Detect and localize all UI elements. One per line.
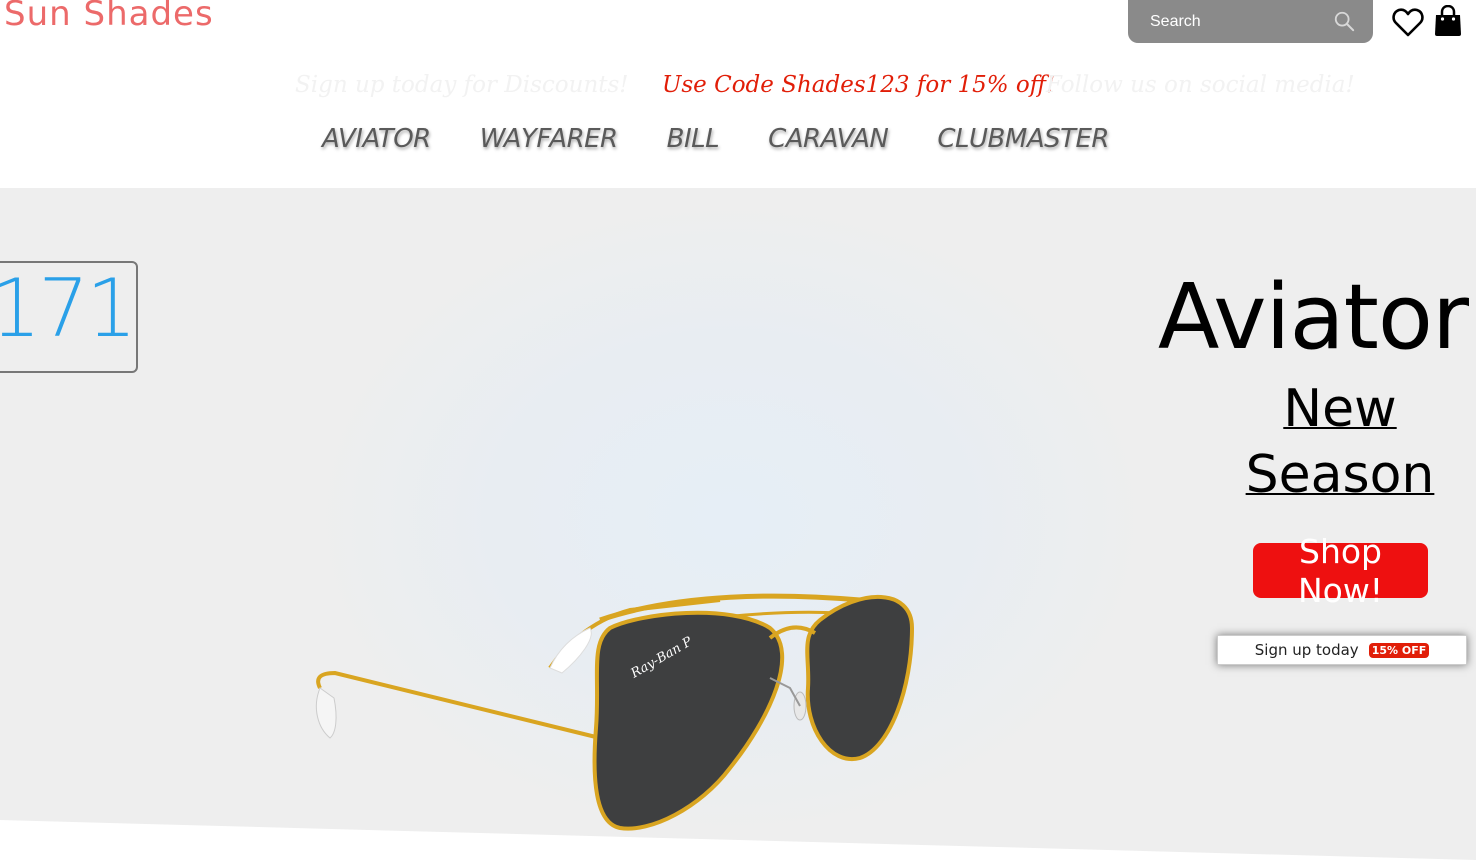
promo-message-signup: Sign up today for Discounts!: [295, 72, 629, 98]
promo-message-code: Use Code Shades123 for 15% off!: [662, 72, 1056, 98]
nav-item-aviator[interactable]: AVIATOR: [322, 124, 431, 154]
hero-subtitle-line2[interactable]: Season: [1246, 445, 1435, 505]
nav-item-bill[interactable]: BILL: [667, 124, 720, 154]
shop-now-button[interactable]: Shop Now!: [1253, 532, 1428, 610]
category-nav: AVIATOR WAYFARER BILL CARAVAN CLUBMASTER: [322, 124, 1158, 154]
nav-item-wayfarer[interactable]: WAYFARER: [480, 124, 618, 154]
promo-message-social: Follow us on social media!: [1046, 72, 1355, 98]
search-bar[interactable]: [1128, 0, 1373, 43]
nav-item-caravan[interactable]: CARAVAN: [768, 124, 889, 154]
hero-title: Aviator: [1157, 265, 1469, 370]
price-box: $171: [0, 261, 138, 373]
aviator-sunglasses-image: Ray-Ban P: [315, 593, 915, 831]
site-logo[interactable]: Sun Shades: [4, 0, 214, 34]
product-price: $171: [0, 262, 136, 355]
hero-subtitle-line1[interactable]: New: [1283, 379, 1396, 439]
heart-icon[interactable]: [1392, 7, 1424, 37]
hero-subtitle[interactable]: New Season: [1240, 376, 1440, 508]
search-icon[interactable]: [1333, 10, 1355, 32]
signup-banner[interactable]: Sign up today 15% OFF: [1217, 635, 1467, 665]
search-input[interactable]: [1148, 11, 1322, 32]
nav-item-clubmaster[interactable]: CLUBMASTER: [937, 124, 1109, 154]
shopping-bag-icon[interactable]: [1434, 5, 1462, 37]
signup-text: Sign up today: [1254, 641, 1359, 659]
hero-banner: $171 Ray-Ban P Aviator New Season Shop N…: [0, 188, 1476, 860]
discount-badge: 15% OFF: [1368, 642, 1430, 658]
